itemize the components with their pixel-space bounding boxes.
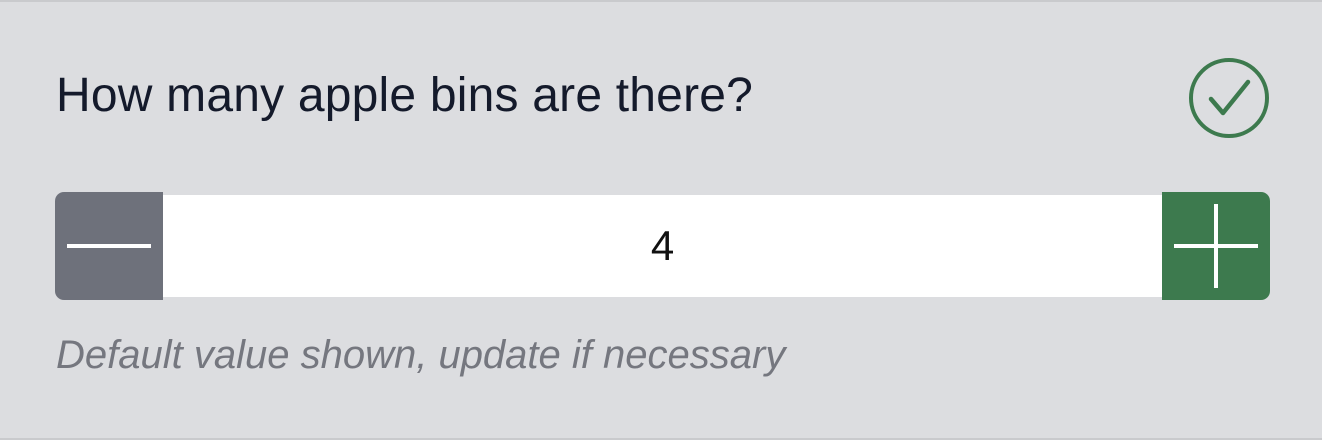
quantity-stepper: 4 — [55, 192, 1270, 300]
quantity-input[interactable]: 4 — [163, 195, 1162, 297]
question-card: How many apple bins are there? 4 Default… — [0, 0, 1322, 440]
minus-icon — [67, 244, 151, 248]
increment-button[interactable] — [1162, 192, 1270, 300]
decrement-button[interactable] — [55, 192, 163, 300]
question-label: How many apple bins are there? — [56, 69, 754, 122]
check-circle-icon — [1189, 58, 1269, 138]
plus-icon — [1174, 204, 1258, 288]
helper-text: Default value shown, update if necessary — [56, 333, 786, 377]
